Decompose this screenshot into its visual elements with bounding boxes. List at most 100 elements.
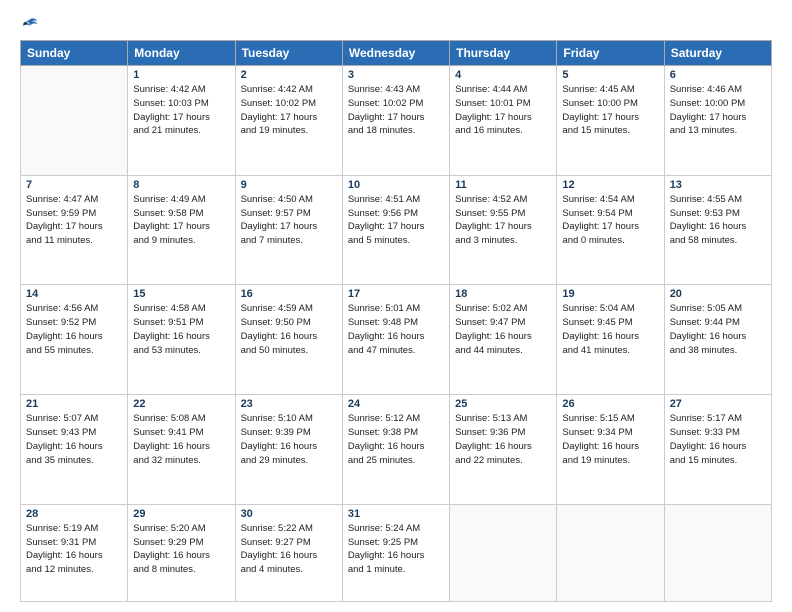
- table-row: 17 Sunrise: 5:01 AM Sunset: 9:48 PM Dayli…: [342, 285, 449, 395]
- table-row: [450, 504, 557, 601]
- table-row: 3 Sunrise: 4:43 AM Sunset: 10:02 PM Dayli…: [342, 66, 449, 176]
- header-tuesday: Tuesday: [235, 41, 342, 66]
- day-info: Sunrise: 4:50 AM Sunset: 9:57 PM Dayligh…: [241, 193, 337, 248]
- day-info: Sunrise: 5:22 AM Sunset: 9:27 PM Dayligh…: [241, 522, 337, 577]
- table-row: 26Sunrise: 5:15 AM Sunset: 9:34 PM Dayli…: [557, 395, 664, 505]
- day-number: 16: [241, 288, 337, 300]
- header-saturday: Saturday: [664, 41, 771, 66]
- day-info: Sunrise: 5:17 AM Sunset: 9:33 PM Dayligh…: [670, 412, 766, 467]
- table-row: 24Sunrise: 5:12 AM Sunset: 9:38 PM Dayli…: [342, 395, 449, 505]
- table-row: 13Sunrise: 4:55 AM Sunset: 9:53 PM Dayli…: [664, 175, 771, 285]
- day-info: Sunrise: 5:19 AM Sunset: 9:31 PM Dayligh…: [26, 522, 122, 577]
- table-row: 21 Sunrise: 5:07 AM Sunset: 9:43 PM Dayli…: [21, 395, 128, 505]
- table-row: [21, 66, 128, 176]
- table-row: [557, 504, 664, 601]
- table-row: 30 Sunrise: 5:22 AM Sunset: 9:27 PM Dayli…: [235, 504, 342, 601]
- table-row: 20 Sunrise: 5:05 AM Sunset: 9:44 PM Dayli…: [664, 285, 771, 395]
- day-number: 3: [348, 69, 444, 81]
- table-row: 19 Sunrise: 5:04 AM Sunset: 9:45 PM Dayli…: [557, 285, 664, 395]
- day-info: Sunrise: 4:43 AM Sunset: 10:02 PM Daylig…: [348, 83, 444, 138]
- table-row: 16 Sunrise: 4:59 AM Sunset: 9:50 PM Dayli…: [235, 285, 342, 395]
- table-row: 1 Sunrise: 4:42 AM Sunset: 10:03 PM Dayli…: [128, 66, 235, 176]
- day-number: 31: [348, 508, 444, 520]
- day-info: Sunrise: 5:08 AM Sunset: 9:41 PM Dayligh…: [133, 412, 229, 467]
- table-row: 27Sunrise: 5:17 AM Sunset: 9:33 PM Dayli…: [664, 395, 771, 505]
- day-number: 18: [455, 288, 551, 300]
- calendar-table: Sunday Monday Tuesday Wednesday Thursday…: [20, 40, 772, 602]
- day-number: 26: [562, 398, 658, 410]
- day-number: 20: [670, 288, 766, 300]
- day-info: Sunrise: 4:58 AM Sunset: 9:51 PM Dayligh…: [133, 302, 229, 357]
- table-row: 28Sunrise: 5:19 AM Sunset: 9:31 PM Dayli…: [21, 504, 128, 601]
- day-info: Sunrise: 5:10 AM Sunset: 9:39 PM Dayligh…: [241, 412, 337, 467]
- day-number: 2: [241, 69, 337, 81]
- day-info: Sunrise: 5:13 AM Sunset: 9:36 PM Dayligh…: [455, 412, 551, 467]
- calendar-week-row: 7 Sunrise: 4:47 AM Sunset: 9:59 PM Daylig…: [21, 175, 772, 285]
- day-number: 19: [562, 288, 658, 300]
- logo: [20, 16, 39, 32]
- day-info: Sunrise: 4:42 AM Sunset: 10:03 PM Daylig…: [133, 83, 229, 138]
- header-friday: Friday: [557, 41, 664, 66]
- table-row: 14 Sunrise: 4:56 AM Sunset: 9:52 PM Dayli…: [21, 285, 128, 395]
- table-row: 5Sunrise: 4:45 AM Sunset: 10:00 PM Dayli…: [557, 66, 664, 176]
- day-info: Sunrise: 4:52 AM Sunset: 9:55 PM Dayligh…: [455, 193, 551, 248]
- header-wednesday: Wednesday: [342, 41, 449, 66]
- calendar-week-row: 28Sunrise: 5:19 AM Sunset: 9:31 PM Dayli…: [21, 504, 772, 601]
- day-number: 21: [26, 398, 122, 410]
- day-number: 30: [241, 508, 337, 520]
- day-info: Sunrise: 4:54 AM Sunset: 9:54 PM Dayligh…: [562, 193, 658, 248]
- calendar-header-row: Sunday Monday Tuesday Wednesday Thursday…: [21, 41, 772, 66]
- day-number: 6: [670, 69, 766, 81]
- day-info: Sunrise: 5:04 AM Sunset: 9:45 PM Dayligh…: [562, 302, 658, 357]
- table-row: 7 Sunrise: 4:47 AM Sunset: 9:59 PM Daylig…: [21, 175, 128, 285]
- day-info: Sunrise: 5:24 AM Sunset: 9:25 PM Dayligh…: [348, 522, 444, 577]
- day-number: 7: [26, 179, 122, 191]
- day-info: Sunrise: 4:46 AM Sunset: 10:00 PM Daylig…: [670, 83, 766, 138]
- day-number: 14: [26, 288, 122, 300]
- calendar-page: Sunday Monday Tuesday Wednesday Thursday…: [0, 0, 792, 612]
- table-row: 12Sunrise: 4:54 AM Sunset: 9:54 PM Dayli…: [557, 175, 664, 285]
- day-number: 13: [670, 179, 766, 191]
- day-info: Sunrise: 5:12 AM Sunset: 9:38 PM Dayligh…: [348, 412, 444, 467]
- day-number: 29: [133, 508, 229, 520]
- day-number: 8: [133, 179, 229, 191]
- day-info: Sunrise: 4:51 AM Sunset: 9:56 PM Dayligh…: [348, 193, 444, 248]
- table-row: 11 Sunrise: 4:52 AM Sunset: 9:55 PM Dayli…: [450, 175, 557, 285]
- day-info: Sunrise: 5:05 AM Sunset: 9:44 PM Dayligh…: [670, 302, 766, 357]
- header: [20, 16, 772, 32]
- day-number: 23: [241, 398, 337, 410]
- table-row: 8 Sunrise: 4:49 AM Sunset: 9:58 PM Daylig…: [128, 175, 235, 285]
- day-info: Sunrise: 5:07 AM Sunset: 9:43 PM Dayligh…: [26, 412, 122, 467]
- day-number: 17: [348, 288, 444, 300]
- day-number: 1: [133, 69, 229, 81]
- table-row: 9 Sunrise: 4:50 AM Sunset: 9:57 PM Daylig…: [235, 175, 342, 285]
- day-info: Sunrise: 4:49 AM Sunset: 9:58 PM Dayligh…: [133, 193, 229, 248]
- day-number: 25: [455, 398, 551, 410]
- day-number: 4: [455, 69, 551, 81]
- day-info: Sunrise: 5:01 AM Sunset: 9:48 PM Dayligh…: [348, 302, 444, 357]
- table-row: 25 Sunrise: 5:13 AM Sunset: 9:36 PM Dayli…: [450, 395, 557, 505]
- day-number: 9: [241, 179, 337, 191]
- day-info: Sunrise: 4:44 AM Sunset: 10:01 PM Daylig…: [455, 83, 551, 138]
- calendar-week-row: 1 Sunrise: 4:42 AM Sunset: 10:03 PM Dayli…: [21, 66, 772, 176]
- table-row: 10 Sunrise: 4:51 AM Sunset: 9:56 PM Dayli…: [342, 175, 449, 285]
- table-row: 23 Sunrise: 5:10 AM Sunset: 9:39 PM Dayli…: [235, 395, 342, 505]
- day-info: Sunrise: 4:56 AM Sunset: 9:52 PM Dayligh…: [26, 302, 122, 357]
- table-row: [664, 504, 771, 601]
- day-info: Sunrise: 4:42 AM Sunset: 10:02 PM Daylig…: [241, 83, 337, 138]
- day-info: Sunrise: 5:02 AM Sunset: 9:47 PM Dayligh…: [455, 302, 551, 357]
- calendar-week-row: 14 Sunrise: 4:56 AM Sunset: 9:52 PM Dayli…: [21, 285, 772, 395]
- day-info: Sunrise: 5:20 AM Sunset: 9:29 PM Dayligh…: [133, 522, 229, 577]
- day-info: Sunrise: 4:45 AM Sunset: 10:00 PM Daylig…: [562, 83, 658, 138]
- day-number: 11: [455, 179, 551, 191]
- day-info: Sunrise: 4:47 AM Sunset: 9:59 PM Dayligh…: [26, 193, 122, 248]
- header-thursday: Thursday: [450, 41, 557, 66]
- day-info: Sunrise: 4:59 AM Sunset: 9:50 PM Dayligh…: [241, 302, 337, 357]
- header-sunday: Sunday: [21, 41, 128, 66]
- table-row: 6 Sunrise: 4:46 AM Sunset: 10:00 PM Dayli…: [664, 66, 771, 176]
- day-number: 22: [133, 398, 229, 410]
- table-row: 18 Sunrise: 5:02 AM Sunset: 9:47 PM Dayli…: [450, 285, 557, 395]
- table-row: 15Sunrise: 4:58 AM Sunset: 9:51 PM Dayli…: [128, 285, 235, 395]
- day-number: 10: [348, 179, 444, 191]
- table-row: 31 Sunrise: 5:24 AM Sunset: 9:25 PM Dayli…: [342, 504, 449, 601]
